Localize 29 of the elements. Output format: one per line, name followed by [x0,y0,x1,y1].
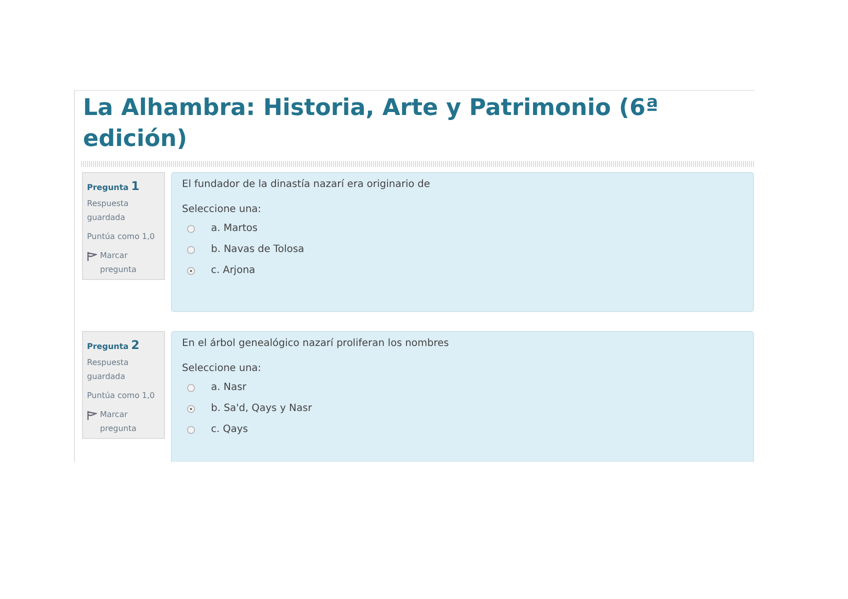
flag-icon[interactable] [87,411,97,420]
question-grade: Puntúa como 1,0 [87,231,156,243]
answer-prompt: Seleccione una: [182,363,262,374]
radio-button[interactable] [187,266,195,274]
course-title: La Alhambra: Historia, Arte y Patrimonio (6ª edición) [82,94,660,154]
radio-button[interactable] [187,404,195,412]
radio-button[interactable] [187,246,195,254]
question-status: Respuesta guardada [87,357,130,383]
answer-option[interactable]: a. Nasr [211,382,246,393]
radio-button[interactable] [187,384,195,392]
question-grade: Puntúa como 1,0 [87,390,156,402]
answer-option[interactable]: b. Sa'd, Qays y Nasr [211,403,312,414]
radio-button[interactable] [187,224,195,232]
answer-option[interactable]: c. Arjona [211,265,256,276]
question-label: Pregunta [87,183,129,192]
question-label: Pregunta [87,342,129,351]
flag-icon[interactable] [87,252,97,261]
question-text: El fundador de la dinastía nazarí era originario de [182,179,432,190]
question-number: 2 [131,338,140,352]
question-status: Respuesta guardada [87,198,130,224]
flag-question-link[interactable]: Marcar pregunta [100,408,160,436]
question-text: En el árbol genealógico nazarí proliferan los nombres [182,338,450,349]
flag-question-link[interactable]: Marcar pregunta [100,249,160,277]
answer-option[interactable]: c. Qays [211,424,248,435]
answer-option[interactable]: b. Navas de Tolosa [211,244,304,255]
question-number: 1 [131,179,140,193]
answer-option[interactable]: a. Martos [211,223,258,234]
radio-button[interactable] [187,426,195,434]
answer-prompt: Seleccione una: [182,204,262,215]
